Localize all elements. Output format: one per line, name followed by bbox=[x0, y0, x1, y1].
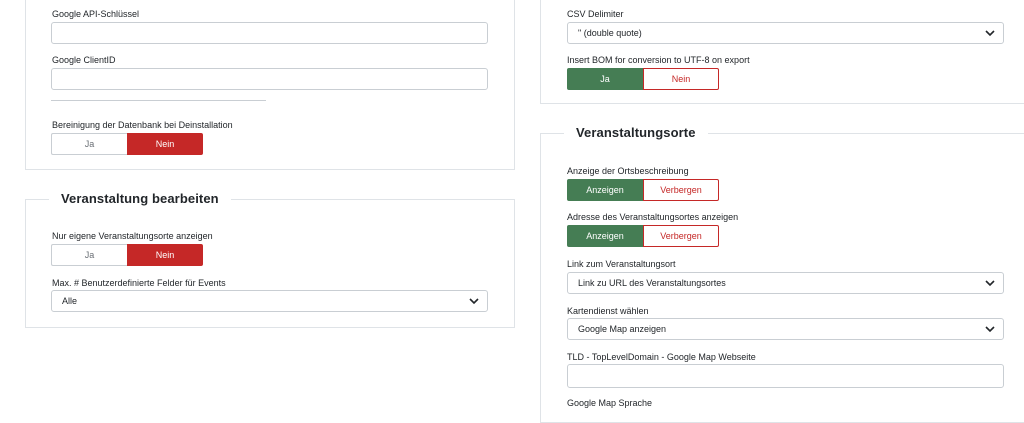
insert-bom-no-option[interactable]: Nein bbox=[643, 68, 719, 90]
csv-delimiter-select[interactable]: " (double quote) bbox=[567, 22, 1004, 44]
db-cleanup-no-option[interactable]: Nein bbox=[127, 133, 203, 155]
map-service-value: Google Map anzeigen bbox=[578, 324, 667, 334]
max-custom-fields-select[interactable]: Alle bbox=[51, 290, 488, 312]
venue-address-label: Adresse des Veranstaltungsortes anzeigen bbox=[567, 212, 739, 222]
venue-description-toggle: Anzeigen Verbergen bbox=[567, 179, 719, 201]
venue-address-hide-option[interactable]: Verbergen bbox=[643, 225, 719, 247]
venue-description-label: Anzeige der Ortsbeschreibung bbox=[567, 166, 689, 176]
google-api-key-label: Google API-Schlüssel bbox=[52, 9, 140, 19]
venue-link-value: Link zu URL des Veranstaltungsortes bbox=[578, 278, 726, 288]
venue-description-hide-option[interactable]: Verbergen bbox=[643, 179, 719, 201]
insert-bom-label: Insert BOM for conversion to UTF-8 on ex… bbox=[567, 55, 750, 65]
map-language-label: Google Map Sprache bbox=[567, 398, 653, 408]
venue-link-select[interactable]: Link zu URL des Veranstaltungsortes bbox=[567, 272, 1004, 294]
chevron-down-icon bbox=[985, 30, 995, 37]
edit-event-legend-line-left bbox=[25, 199, 49, 200]
google-client-id-label: Google ClientID bbox=[52, 55, 116, 65]
map-service-label: Kartendienst wählen bbox=[567, 306, 649, 316]
separator-line bbox=[51, 100, 266, 101]
own-venues-label: Nur eigene Veranstaltungsorte anzeigen bbox=[52, 231, 213, 241]
tld-input[interactable] bbox=[567, 364, 1004, 388]
db-cleanup-yes-option[interactable]: Ja bbox=[51, 133, 127, 155]
edit-event-legend-line-right bbox=[214, 199, 515, 200]
max-custom-fields-label: Max. # Benutzerdefinierte Felder für Eve… bbox=[52, 278, 226, 288]
map-service-select[interactable]: Google Map anzeigen bbox=[567, 318, 1004, 340]
chevron-down-icon bbox=[469, 298, 479, 305]
venue-address-toggle: Anzeigen Verbergen bbox=[567, 225, 719, 247]
venue-description-show-option[interactable]: Anzeigen bbox=[567, 179, 643, 201]
max-custom-fields-value: Alle bbox=[62, 296, 78, 306]
insert-bom-yes-option[interactable]: Ja bbox=[567, 68, 643, 90]
venue-link-label: Link zum Veranstaltungsort bbox=[567, 259, 676, 269]
own-venues-toggle: Ja Nein bbox=[51, 244, 203, 266]
google-client-id-input[interactable] bbox=[51, 68, 488, 90]
venues-legend-line-right bbox=[697, 133, 1024, 134]
db-cleanup-label: Bereinigung der Datenbank bei Deinstalla… bbox=[52, 120, 233, 130]
tld-label: TLD - TopLevelDomain - Google Map Websei… bbox=[567, 352, 756, 362]
insert-bom-toggle: Ja Nein bbox=[567, 68, 719, 90]
edit-event-legend: Veranstaltung bearbeiten bbox=[49, 191, 231, 207]
own-venues-yes-option[interactable]: Ja bbox=[51, 244, 127, 266]
csv-delimiter-label: CSV Delimiter bbox=[567, 9, 624, 19]
csv-delimiter-value: " (double quote) bbox=[578, 28, 642, 38]
google-api-key-input[interactable] bbox=[51, 22, 488, 44]
chevron-down-icon bbox=[985, 326, 995, 333]
db-cleanup-toggle: Ja Nein bbox=[51, 133, 203, 155]
venue-address-show-option[interactable]: Anzeigen bbox=[567, 225, 643, 247]
chevron-down-icon bbox=[985, 280, 995, 287]
venues-legend-line-left bbox=[540, 133, 564, 134]
own-venues-no-option[interactable]: Nein bbox=[127, 244, 203, 266]
venues-legend: Veranstaltungsorte bbox=[564, 125, 708, 141]
